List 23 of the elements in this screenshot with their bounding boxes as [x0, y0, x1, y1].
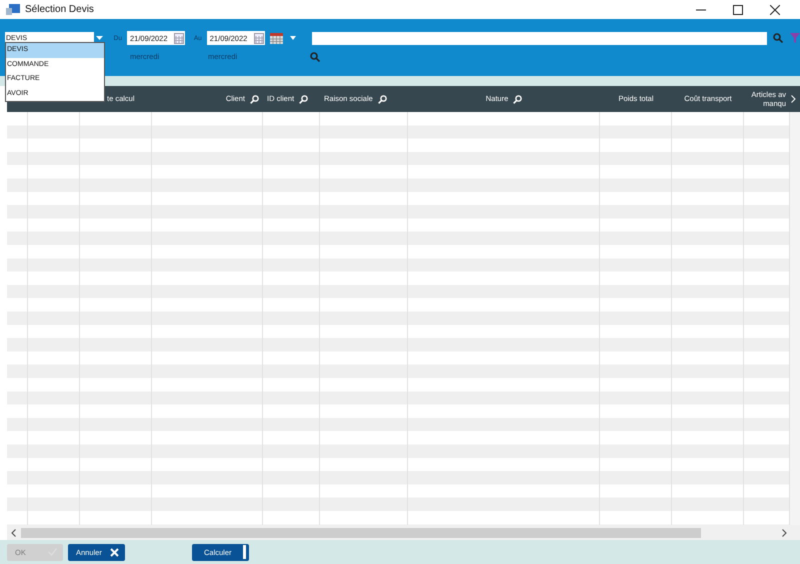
search-icon[interactable] — [250, 94, 259, 104]
scrollbar-thumb[interactable] — [21, 528, 701, 538]
search-field[interactable] — [312, 32, 768, 44]
search-icon[interactable] — [513, 94, 522, 104]
caret-icon — [96, 36, 103, 40]
search-icon[interactable] — [378, 94, 387, 104]
scroll-left-icon[interactable] — [11, 528, 16, 536]
chevron-right-icon[interactable] — [791, 95, 796, 103]
vertical-scrollbar[interactable] — [790, 112, 800, 525]
bar-icon — [243, 545, 246, 559]
search-icon[interactable] — [299, 94, 308, 104]
window-title: Sélection Devis — [25, 4, 95, 15]
app-icon — [6, 4, 20, 16]
calendar-icon — [174, 32, 184, 44]
calendar-icon[interactable] — [270, 32, 283, 44]
maximize-icon[interactable] — [733, 4, 743, 14]
close-icon[interactable] — [770, 4, 780, 14]
close-icon — [110, 548, 119, 556]
search-icon[interactable] — [773, 33, 784, 43]
search-icon[interactable] — [310, 52, 320, 62]
scroll-right-icon[interactable] — [782, 528, 787, 536]
caret-icon[interactable] — [290, 36, 296, 40]
calendar-icon — [254, 32, 264, 44]
